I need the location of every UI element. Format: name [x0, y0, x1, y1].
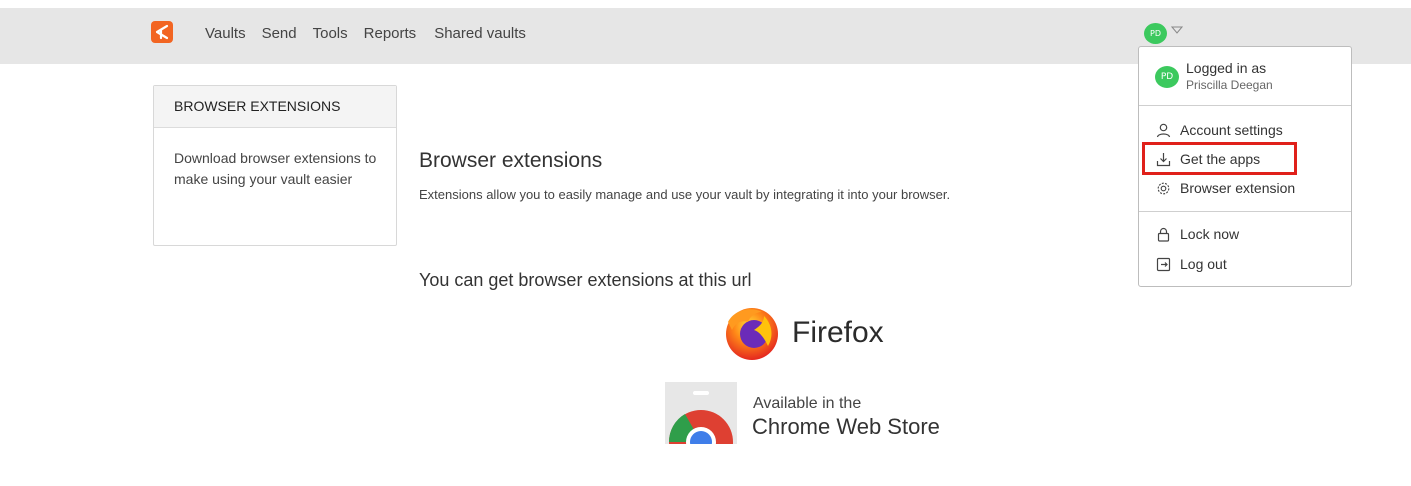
chevron-down-icon[interactable] [1171, 26, 1183, 35]
gear-icon [1155, 180, 1171, 196]
nav-tools[interactable]: Tools [313, 25, 348, 42]
menu-lock-now[interactable]: Lock now [1155, 223, 1239, 245]
user-icon [1155, 122, 1171, 138]
chrome-store-caption[interactable]: Available in the [753, 395, 861, 413]
menu-browser-extension[interactable]: Browser extension [1155, 177, 1295, 199]
extensions-url-text: You can get browser extensions at this u… [419, 270, 752, 290]
logged-in-label: Logged in as [1186, 60, 1267, 76]
browser-extensions-card: BROWSER EXTENSIONS Download browser exte… [153, 85, 397, 246]
menu-divider [1139, 211, 1351, 212]
menu-log-out-label: Log out [1180, 256, 1227, 272]
chrome-logo-icon [668, 391, 733, 444]
firefox-label[interactable]: Firefox [792, 316, 884, 350]
nav-reports[interactable]: Reports [364, 25, 417, 42]
chrome-store-title[interactable]: Chrome Web Store [752, 414, 940, 440]
user-avatar-large: PD [1155, 66, 1179, 88]
page-title: Browser extensions [419, 149, 603, 172]
get-apps-highlight-box [1142, 142, 1297, 175]
chrome-web-store-badge[interactable] [665, 382, 737, 444]
main-nav: Vaults Send Tools Reports Shared vaults [205, 25, 542, 42]
app-logo-icon[interactable] [151, 21, 173, 43]
nav-send[interactable]: Send [262, 25, 297, 42]
user-info: PD Logged in as Priscilla Deegan [1139, 47, 1351, 106]
user-name: Priscilla Deegan [1186, 78, 1273, 92]
menu-lock-now-label: Lock now [1180, 226, 1240, 242]
menu-account-settings[interactable]: Account settings [1155, 119, 1283, 141]
card-heading: BROWSER EXTENSIONS [154, 86, 396, 128]
page-description: Extensions allow you to easily manage an… [419, 187, 951, 202]
card-description: Download browser extensions to make usin… [174, 150, 377, 187]
user-avatar[interactable]: PD [1144, 23, 1167, 44]
menu-browser-extension-label: Browser extension [1180, 180, 1296, 196]
logout-icon [1155, 256, 1171, 272]
nav-vaults[interactable]: Vaults [205, 25, 246, 42]
menu-log-out[interactable]: Log out [1155, 253, 1227, 275]
nav-shared-vaults[interactable]: Shared vaults [434, 25, 526, 42]
lock-icon [1155, 226, 1171, 242]
menu-account-settings-label: Account settings [1180, 122, 1283, 138]
